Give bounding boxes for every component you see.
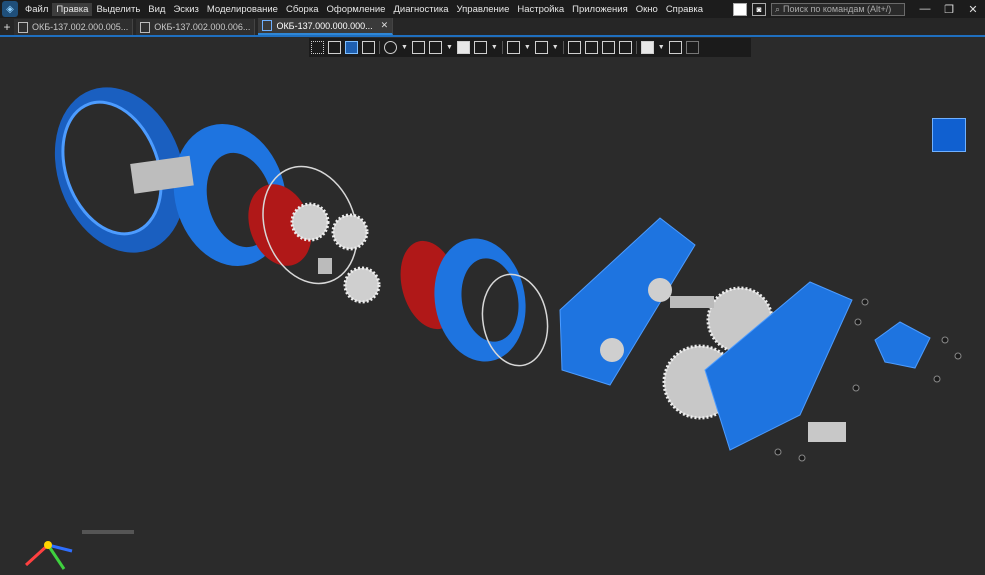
menu-file[interactable]: Файл xyxy=(21,3,52,16)
command-search-input[interactable]: ⌕ Поиск по командам (Alt+/) xyxy=(771,2,905,16)
menu-edit[interactable]: Правка xyxy=(52,2,93,16)
view-orientation-icon[interactable] xyxy=(932,118,966,152)
search-icon: ⌕ xyxy=(775,3,781,14)
copy-icon[interactable] xyxy=(584,41,598,54)
cube-view-icon[interactable] xyxy=(456,41,470,54)
planet-gear-part[interactable] xyxy=(331,213,369,251)
sun-gear-part[interactable] xyxy=(343,266,381,304)
view-toolbar: ▼ ▼ ▼ ▼ ▼ ▼ xyxy=(309,38,751,57)
menu-assembly[interactable]: Сборка xyxy=(282,3,323,16)
shaft-part[interactable] xyxy=(670,296,714,308)
document-tab-bar: + ОКБ-137.002.000.005... ОКБ-137.002.000… xyxy=(0,18,985,35)
menu-view[interactable]: Вид xyxy=(144,3,169,16)
chevron-down-icon[interactable]: ▼ xyxy=(552,44,559,51)
tab-label: ОКБ-137.002.000.006... xyxy=(154,22,251,32)
layers-icon[interactable] xyxy=(601,41,615,54)
orientation-view-icon[interactable] xyxy=(345,41,358,54)
filter-icon[interactable] xyxy=(640,41,654,54)
minimize-button[interactable]: — xyxy=(913,3,937,15)
display-style-icon[interactable] xyxy=(473,41,487,54)
toolbar-separator xyxy=(379,41,380,54)
screenshot-icon[interactable]: ◙ xyxy=(752,2,766,16)
menu-select[interactable]: Выделить xyxy=(92,3,144,16)
bearing-part[interactable] xyxy=(648,278,672,302)
sketch-plane-icon[interactable] xyxy=(328,41,341,54)
assembly-document-icon xyxy=(262,20,273,31)
new-tab-button[interactable]: + xyxy=(0,19,14,35)
menu-bar: ◈ Файл Правка Выделить Вид Эскиз Моделир… xyxy=(0,0,985,18)
zoom-icon[interactable] xyxy=(384,41,397,54)
menu-window[interactable]: Окно xyxy=(632,3,662,16)
app-logo-icon[interactable]: ◈ xyxy=(2,1,18,17)
menu-management[interactable]: Управление xyxy=(453,3,514,16)
properties-icon[interactable] xyxy=(668,41,682,54)
planet-gear-part[interactable] xyxy=(290,202,330,242)
chevron-down-icon[interactable]: ▼ xyxy=(658,44,665,51)
tab-accent-line xyxy=(0,35,985,37)
local-view-icon[interactable] xyxy=(362,41,375,54)
tab-label: ОКБ-137.002.000.005... xyxy=(32,22,129,32)
visibility-icon[interactable] xyxy=(534,41,548,54)
close-button[interactable]: ✕ xyxy=(961,3,985,16)
toolbar-separator xyxy=(635,41,637,54)
close-tab-icon[interactable]: ✕ xyxy=(381,20,389,31)
toolbar-separator xyxy=(501,41,503,54)
menu-drafting[interactable]: Оформление xyxy=(323,3,390,16)
document-icon xyxy=(18,21,28,33)
document-tab[interactable]: ОКБ-137.002.000.006... xyxy=(136,19,256,35)
restore-button[interactable]: ❐ xyxy=(937,3,961,16)
chevron-down-icon[interactable]: ▼ xyxy=(491,44,498,51)
3d-viewport[interactable] xyxy=(0,57,985,570)
pin-part[interactable] xyxy=(318,258,332,274)
grid-icon[interactable] xyxy=(311,41,324,54)
pan-icon[interactable] xyxy=(411,41,425,54)
toolbar-separator xyxy=(562,41,564,54)
status-strip xyxy=(82,530,134,534)
menu-applications[interactable]: Приложения xyxy=(568,3,632,16)
chevron-down-icon[interactable]: ▼ xyxy=(524,44,531,51)
exploded-assembly-model[interactable] xyxy=(0,57,985,534)
chevron-down-icon[interactable]: ▼ xyxy=(401,44,408,51)
document-tab[interactable]: ОКБ-137.002.000.005... xyxy=(14,19,134,35)
menu-help[interactable]: Справка xyxy=(662,3,707,16)
section-icon[interactable] xyxy=(567,41,581,54)
chevron-down-icon[interactable]: ▼ xyxy=(446,44,453,51)
ring-gear-housing-part[interactable] xyxy=(425,231,555,371)
tab-label: ОКБ-137.000.000.000... xyxy=(276,20,373,31)
stairs-icon[interactable] xyxy=(618,41,632,54)
axes-icon[interactable] xyxy=(428,41,442,54)
hide-eye-icon[interactable] xyxy=(506,41,520,54)
menu-diagnostics[interactable]: Диагностика xyxy=(389,3,452,16)
document-icon xyxy=(140,21,151,33)
pencil-icon[interactable] xyxy=(685,41,699,54)
coordinate-triad-icon xyxy=(24,541,73,570)
output-shaft-part[interactable] xyxy=(808,422,846,442)
bearing-part[interactable] xyxy=(600,338,624,362)
document-tab-active[interactable]: ОКБ-137.000.000.000... ✕ xyxy=(258,18,394,35)
search-placeholder: Поиск по командам (Alt+/) xyxy=(783,4,892,14)
menu-sketch[interactable]: Эскиз xyxy=(169,3,202,16)
motor-part[interactable] xyxy=(874,321,931,369)
menu-settings[interactable]: Настройка xyxy=(513,3,568,16)
panel-toggle-icon[interactable] xyxy=(733,2,747,16)
menu-modeling[interactable]: Моделирование xyxy=(203,3,282,16)
